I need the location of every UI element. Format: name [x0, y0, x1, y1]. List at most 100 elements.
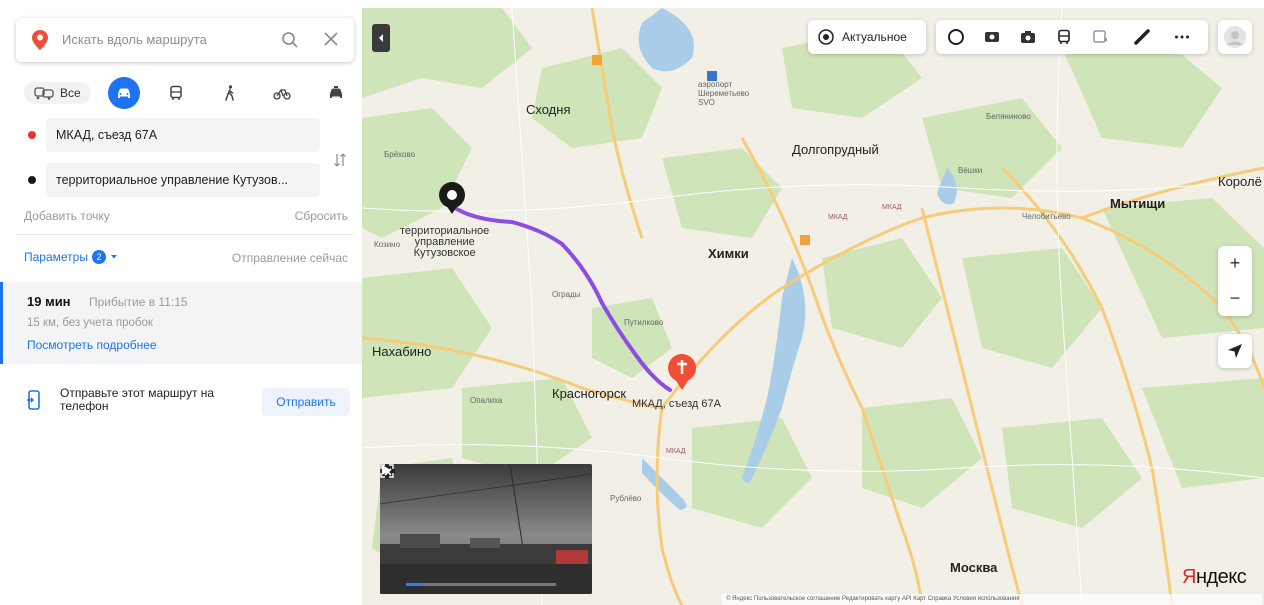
add-point-link[interactable]: Добавить точку	[24, 209, 110, 223]
search-input[interactable]: Искать вдоль маршрута	[62, 32, 207, 47]
map-label: Мытищи	[1110, 196, 1166, 211]
bicycle-icon	[273, 89, 291, 100]
video-progress-bar[interactable]	[406, 583, 556, 586]
actual-label: Актуальное	[842, 30, 907, 44]
map-footer: © Яндекс Пользовательское соглашение Ред…	[722, 594, 1262, 605]
more-icon	[1175, 35, 1189, 39]
chevron-left-icon	[379, 34, 383, 42]
mode-bike-button[interactable]	[266, 77, 298, 109]
layers-icon	[1093, 30, 1107, 43]
from-field[interactable]: МКАД, съезд 67А	[46, 118, 320, 152]
panorama-icon	[985, 32, 999, 42]
map-label: Королё	[1218, 174, 1262, 189]
route-option-card[interactable]: 19 мин Прибытие в 11:15 15 км, без учета…	[0, 282, 362, 364]
zoom-in-button[interactable]: +	[1218, 246, 1252, 281]
locate-icon	[1228, 344, 1242, 358]
mode-taxi-button[interactable]	[320, 77, 352, 109]
metro-marker	[800, 235, 810, 245]
reset-link[interactable]: Сбросить	[295, 209, 348, 223]
panorama-layer-button[interactable]	[982, 27, 1002, 47]
send-to-phone: Отправьте этот маршрут на телефон Отправ…	[0, 380, 362, 430]
start-marker-label: МКАД, съезд 67А	[632, 398, 721, 410]
map-label: Брёхово	[384, 150, 416, 159]
video-progress-fill	[406, 583, 424, 586]
map-layers-toolbar	[936, 20, 1208, 54]
mode-car-button[interactable]	[108, 77, 140, 109]
camera-icon	[1021, 31, 1035, 43]
map-pin-icon	[32, 30, 48, 50]
user-icon	[1224, 26, 1246, 48]
params-label: Параметры	[24, 250, 88, 264]
close-icon[interactable]	[322, 30, 340, 48]
cropped-header-strip	[0, 0, 1264, 8]
params-count-badge: 2	[91, 250, 106, 264]
route-point-to[interactable]: территориальное управление Кутузов...	[16, 163, 336, 197]
map-label: Беляниново	[986, 112, 1031, 121]
transport-modes: Все	[18, 74, 354, 110]
car-icon	[118, 88, 130, 98]
user-avatar[interactable]	[1218, 20, 1252, 54]
route-search-box[interactable]: Искать вдоль маршрута	[16, 18, 354, 62]
map-label: Химки	[708, 246, 749, 261]
ruler-icon	[1134, 29, 1150, 45]
search-icon[interactable]	[280, 30, 300, 50]
video-frame	[380, 464, 592, 594]
collapse-sidebar-button[interactable]	[372, 24, 390, 52]
map-label: Москва	[950, 560, 998, 575]
road-label: МКАД	[882, 204, 902, 211]
pedestrian-icon	[225, 85, 234, 101]
end-point-dot	[28, 176, 36, 184]
map-label: Ограды	[552, 290, 581, 299]
target-icon	[818, 29, 834, 45]
map-label: аэропорт Шереметьево SVO	[698, 80, 750, 107]
map-label: Путилково	[624, 318, 664, 327]
actual-layer-button[interactable]: Актуальное	[808, 20, 926, 54]
route-arrival: Прибытие в 11:15	[89, 295, 188, 309]
route-distance: 15 км, без учета пробок	[27, 317, 153, 329]
map-label: Долгопрудный	[792, 142, 879, 157]
locate-button[interactable]	[1218, 334, 1252, 368]
layers-button[interactable]	[1090, 27, 1110, 47]
bus-icon	[1058, 29, 1070, 44]
end-marker-label: территориальное управление Кутузовское	[400, 225, 490, 259]
mode-all-label: Все	[60, 86, 81, 100]
map-label: Сходня	[526, 102, 571, 117]
mode-walk-button[interactable]	[214, 77, 246, 109]
map-label: Челобитьево	[1022, 212, 1071, 221]
map-view[interactable]: Сходня аэропорт Шереметьево SVO Белянино…	[362, 8, 1264, 605]
map-label: Опалиха	[470, 396, 503, 405]
chevron-down-icon	[110, 255, 117, 259]
map-label: Козино	[374, 240, 401, 249]
fullscreen-icon[interactable]	[380, 464, 394, 478]
road-label: МКАД	[828, 214, 848, 221]
start-point-dot	[28, 131, 36, 139]
video-preview[interactable]	[380, 464, 592, 594]
divider	[16, 234, 354, 235]
traffic-icon	[948, 29, 964, 45]
to-field[interactable]: территориальное управление Кутузов...	[46, 163, 320, 197]
taxi-icon	[330, 86, 342, 98]
phone-icon	[27, 390, 40, 410]
traffic-layer-button[interactable]	[946, 27, 966, 47]
zoom-control: + −	[1218, 246, 1252, 316]
route-details-link[interactable]: Посмотреть подробнее	[27, 338, 157, 352]
ruler-button[interactable]	[1132, 27, 1152, 47]
route-duration: 19 мин	[27, 294, 71, 309]
road-label: МКАД	[666, 448, 686, 455]
map-label: Рублёво	[610, 494, 642, 503]
zoom-out-button[interactable]: −	[1218, 281, 1252, 316]
send-button[interactable]: Отправить	[262, 388, 350, 416]
more-button[interactable]	[1172, 27, 1192, 47]
yandex-logo: Яндекс	[1182, 566, 1247, 588]
bus-icon	[170, 85, 182, 100]
map-label: Красногорск	[552, 386, 627, 401]
params-dropdown[interactable]: Параметры 2	[24, 250, 118, 264]
mode-transit-button[interactable]	[160, 77, 192, 109]
route-sidebar: Искать вдоль маршрута Все МКАД, съезд 67…	[0, 8, 362, 605]
departure-time-link[interactable]: Отправление сейчас	[232, 251, 348, 265]
transit-layer-button[interactable]	[1054, 27, 1074, 47]
route-point-from[interactable]: МКАД, съезд 67А	[16, 118, 336, 152]
photo-layer-button[interactable]	[1018, 27, 1038, 47]
map-label: Нахабино	[372, 344, 432, 359]
mode-all-button[interactable]: Все	[24, 82, 91, 104]
